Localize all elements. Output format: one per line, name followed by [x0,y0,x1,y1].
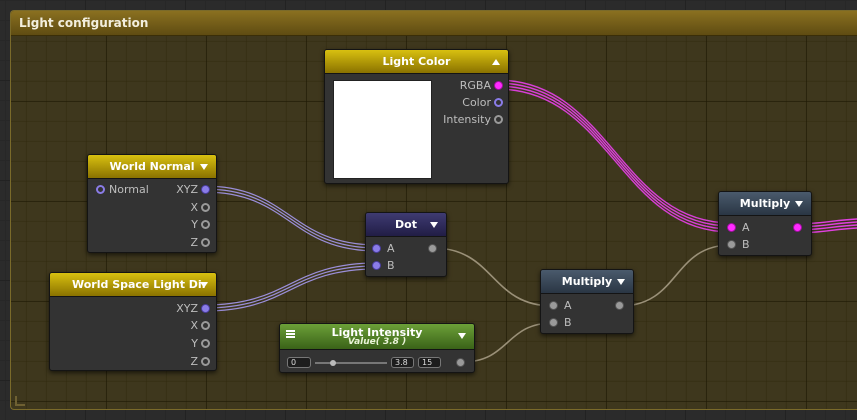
input-port-b[interactable]: B [549,316,589,330]
port-label: Z [190,355,198,368]
collapse-arrow-icon[interactable] [430,222,438,228]
output-port-dot-icon[interactable] [456,358,465,367]
port-label: RGBA [459,79,491,92]
output-port-rgba[interactable]: RGBA [435,79,505,93]
port-ring-icon[interactable] [494,115,503,124]
port-label: A [564,299,572,312]
node-header[interactable]: Light Color [325,50,508,74]
node-title: Multiply [739,197,791,210]
node-dot[interactable]: Dot A B [365,212,447,277]
node-header[interactable]: World Space Light Dir [50,273,216,297]
output-port-dot-icon[interactable] [615,301,624,310]
node-world-space-light-dir[interactable]: World Space Light Dir XYZ X Y Z [49,272,217,371]
port-label: B [564,316,572,329]
collapse-arrow-icon[interactable] [795,201,803,207]
port-label: X [190,319,198,332]
port-label: Y [191,337,198,350]
collapse-arrow-icon[interactable] [617,279,625,285]
node-header[interactable]: Multiply [719,192,811,216]
port-label: Intensity [443,113,491,126]
node-header[interactable]: World Normal [88,155,216,179]
port-label: XYZ [176,302,198,315]
port-dot-icon[interactable] [372,244,381,253]
port-label: Normal [109,183,149,196]
port-label: XYZ [176,183,198,196]
output-port-dot-icon[interactable] [428,244,437,253]
value-slider[interactable] [315,362,387,364]
wire-world-normal-to-dot[interactable] [203,185,378,252]
slider-handle[interactable] [330,360,337,366]
port-dot-icon[interactable] [549,318,558,327]
port-dot-icon[interactable] [494,81,503,90]
collapse-arrow-icon[interactable] [200,164,208,170]
wire-multiply-to-multiply[interactable] [619,244,732,307]
output-port-xyz[interactable]: XYZ [148,183,212,197]
node-multiply-middle[interactable]: Multiply A B [540,269,634,334]
port-dot-icon[interactable] [372,261,381,270]
node-title: World Space Light Dir [72,278,208,291]
node-light-color[interactable]: Light Color RGBA Color Intensity [324,49,509,184]
port-ring-icon[interactable] [201,357,210,366]
node-title: Dot [395,218,417,231]
input-port-a[interactable]: A [727,221,767,235]
port-label: A [387,242,395,255]
port-ring-icon[interactable] [494,98,503,107]
input-port-a[interactable]: A [372,242,412,256]
output-port-z[interactable]: Z [148,355,212,369]
port-ring-icon[interactable] [201,220,210,229]
min-value-field[interactable]: 0 [287,357,311,368]
port-ring-icon[interactable] [201,238,210,247]
port-ring-icon[interactable] [96,185,105,194]
port-dot-icon[interactable] [727,223,736,232]
node-header[interactable]: Light Intensity Value( 3.8 ) [280,324,474,350]
wire-light-dir-to-dot[interactable] [203,262,378,312]
port-label: X [190,201,198,214]
node-light-intensity[interactable]: Light Intensity Value( 3.8 ) 0 3.8 15 [279,323,475,373]
port-label: B [387,259,395,272]
input-port-b[interactable]: B [372,259,412,273]
color-swatch[interactable] [333,80,432,179]
node-world-normal[interactable]: World Normal Normal XYZ X Y Z [87,154,217,253]
wire-dot-to-multiply[interactable] [432,247,554,307]
collapse-arrow-icon[interactable] [458,333,466,339]
node-title: World Normal [109,160,195,173]
collapse-arrow-icon[interactable] [200,282,208,288]
output-port-y[interactable]: Y [148,218,212,232]
output-port-color[interactable]: Color [435,96,505,110]
port-label: Z [190,236,198,249]
input-port-a[interactable]: A [549,299,589,313]
output-port-y[interactable]: Y [148,337,212,351]
collapse-arrow-icon[interactable] [492,59,500,65]
port-ring-icon[interactable] [201,321,210,330]
input-port-b[interactable]: B [727,238,767,252]
node-header[interactable]: Multiply [541,270,633,294]
port-dot-icon[interactable] [727,240,736,249]
port-label: A [742,221,750,234]
node-header[interactable]: Dot [366,213,446,237]
port-dot-icon[interactable] [201,304,210,313]
wire-light-color-to-multiply[interactable] [496,79,732,233]
port-ring-icon[interactable] [201,339,210,348]
output-port-x[interactable]: X [148,201,212,215]
port-dot-icon[interactable] [201,185,210,194]
output-port-intensity[interactable]: Intensity [425,113,505,127]
port-dot-icon[interactable] [549,301,558,310]
port-ring-icon[interactable] [201,203,210,212]
value-field[interactable]: 3.8 [391,357,414,368]
output-port-xyz[interactable]: XYZ [148,302,212,316]
port-label: Color [462,96,491,109]
node-subtitle: Value( 3.8 ) [347,337,407,347]
node-title: Multiply [561,275,613,288]
output-port-x[interactable]: X [148,319,212,333]
output-port-z[interactable]: Z [148,236,212,250]
port-label: B [742,238,750,251]
output-port-dot-icon[interactable] [793,223,802,232]
port-label: Y [191,218,198,231]
node-multiply-right[interactable]: Multiply A B [718,191,812,256]
max-value-field[interactable]: 15 [418,357,441,368]
node-title: Light Color [382,55,451,68]
